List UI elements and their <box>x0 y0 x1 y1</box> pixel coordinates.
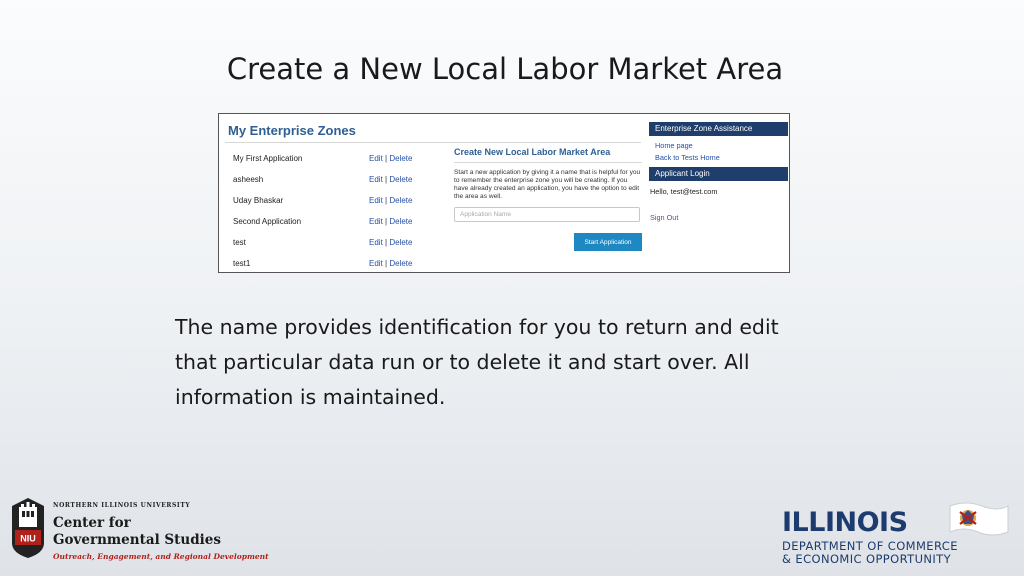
delete-link[interactable]: Delete <box>389 154 412 163</box>
niu-center-line2: Governmental Studies <box>53 532 221 548</box>
application-actions: Edit | Delete <box>369 217 412 226</box>
edit-link[interactable]: Edit <box>369 196 383 205</box>
delete-link[interactable]: Delete <box>389 196 412 205</box>
applicant-login-heading: Applicant Login <box>649 167 788 181</box>
back-to-tests-home-link[interactable]: Back to Tests Home <box>649 152 788 164</box>
application-row: Second Application Edit | Delete <box>233 215 423 236</box>
start-application-button[interactable]: Start Application <box>574 233 642 251</box>
create-panel-divider <box>454 162 642 163</box>
application-name: Second Application <box>233 217 302 226</box>
application-name-input[interactable] <box>454 207 640 222</box>
application-row: My First Application Edit | Delete <box>233 152 423 173</box>
application-row: asheesh Edit | Delete <box>233 173 423 194</box>
illinois-dceo-logo: ILLINOIS DEPARTMENT OF COMMERCE & ECONOM… <box>780 502 1016 568</box>
illinois-wordmark: ILLINOIS <box>782 507 908 538</box>
application-actions: Edit | Delete <box>369 196 412 205</box>
user-greeting: Hello, test@test.com <box>650 187 718 196</box>
sign-out-link[interactable]: Sign Out <box>649 213 788 222</box>
application-name: Uday Bhaskar <box>233 196 284 205</box>
slide-body-text: The name provides identification for you… <box>175 315 779 409</box>
application-row: test1 Edit | Delete <box>233 257 423 272</box>
niu-shield-icon: NIU <box>12 498 44 558</box>
delete-link[interactable]: Delete <box>389 217 412 226</box>
sidebar: Enterprise Zone Assistance Home page Bac… <box>649 122 788 222</box>
niu-tagline: Outreach, Engagement, and Regional Devel… <box>53 552 269 561</box>
application-actions: Edit | Delete <box>369 238 412 247</box>
illinois-dept-line1: DEPARTMENT OF COMMERCE <box>782 539 958 553</box>
application-row: Uday Bhaskar Edit | Delete <box>233 194 423 215</box>
delete-link[interactable]: Delete <box>389 238 412 247</box>
niu-center-name: Center for Governmental Studies <box>53 515 221 549</box>
niu-university-name: NORTHERN ILLINOIS UNIVERSITY <box>53 502 191 509</box>
edit-link[interactable]: Edit <box>369 154 383 163</box>
application-actions: Edit | Delete <box>369 175 412 184</box>
heading-divider <box>225 142 641 143</box>
application-name: My First Application <box>233 154 303 163</box>
edit-link[interactable]: Edit <box>369 259 383 268</box>
niu-center-line1: Center for <box>53 515 131 531</box>
create-panel-title: Create New Local Labor Market Area <box>454 147 611 157</box>
create-panel-description: Start a new application by giving it a n… <box>454 169 641 200</box>
application-actions: Edit | Delete <box>369 259 412 268</box>
application-list: My First Application Edit | Delete ashee… <box>233 152 423 272</box>
application-name: asheesh <box>233 175 264 184</box>
edit-link[interactable]: Edit <box>369 238 383 247</box>
slide-title: Create a New Local Labor Market Area <box>226 52 784 86</box>
app-screenshot: My Enterprise Zones My First Application… <box>218 113 790 273</box>
application-name: test1 <box>233 259 251 268</box>
niu-cgs-logo: NIU NORTHERN ILLINOIS UNIVERSITY Center … <box>10 497 269 567</box>
home-page-link[interactable]: Home page <box>649 140 788 152</box>
delete-link[interactable]: Delete <box>389 175 412 184</box>
illinois-dept-line2: & ECONOMIC OPPORTUNITY <box>782 552 952 566</box>
edit-link[interactable]: Edit <box>369 217 383 226</box>
niu-shield-text: NIU <box>20 534 36 544</box>
application-actions: Edit | Delete <box>369 154 412 163</box>
application-name: test <box>233 238 246 247</box>
enterprise-zones-heading: My Enterprise Zones <box>228 123 356 138</box>
application-row: test Edit | Delete <box>233 236 423 257</box>
assistance-heading: Enterprise Zone Assistance <box>649 122 788 136</box>
edit-link[interactable]: Edit <box>369 175 383 184</box>
illinois-flag-icon <box>949 502 1009 536</box>
create-application-panel: Create New Local Labor Market Area Start… <box>454 146 642 251</box>
delete-link[interactable]: Delete <box>389 259 412 268</box>
